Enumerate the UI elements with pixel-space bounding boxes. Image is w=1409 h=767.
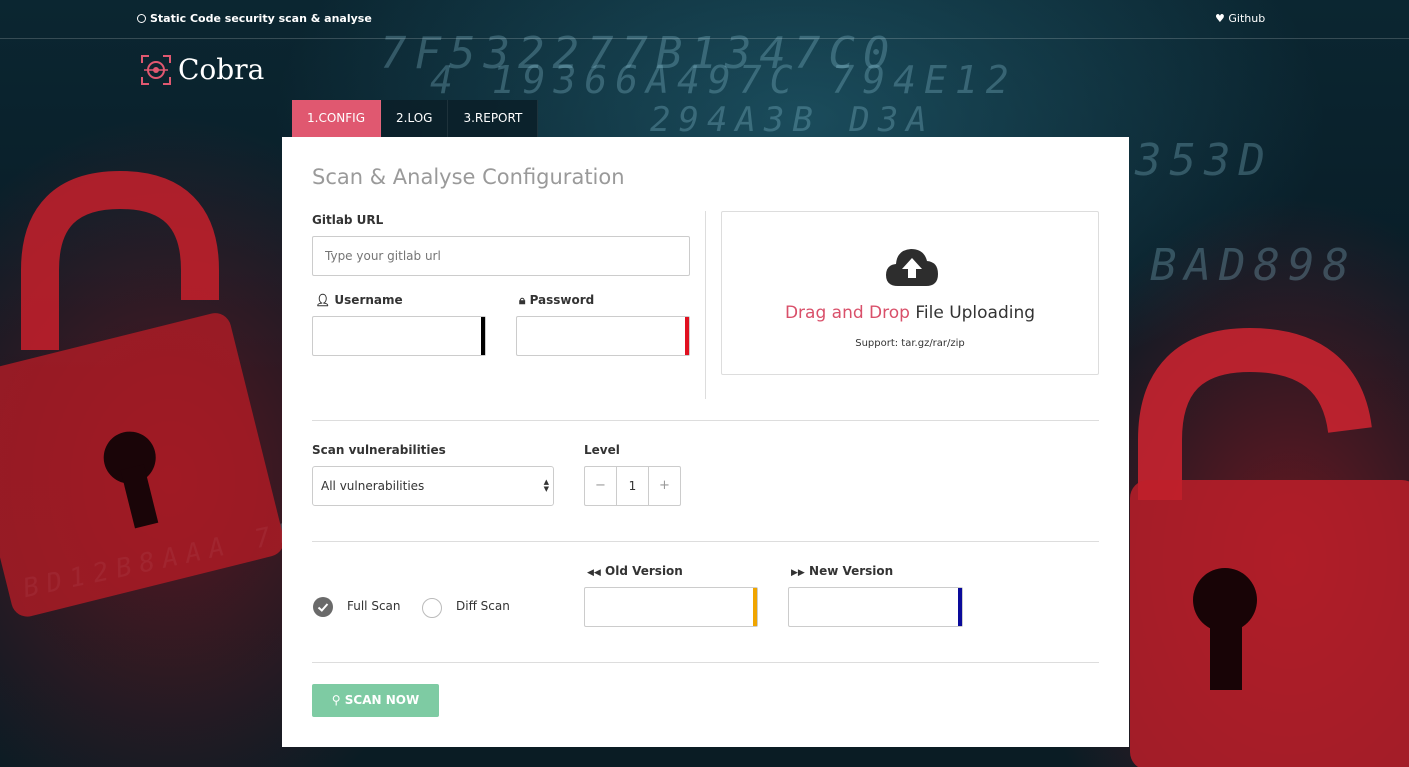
diff-scan-label[interactable]: Diff Scan	[456, 599, 510, 613]
scan-vulnerabilities-select[interactable]: All vulnerabilities ▲ ▼	[312, 466, 554, 506]
check-icon	[317, 603, 329, 612]
tab-report[interactable]: 3.REPORT	[448, 100, 539, 137]
old-version-accent-bar	[753, 588, 757, 626]
username-label-text: Username	[334, 293, 403, 307]
diff-scan-radio[interactable]	[422, 598, 442, 618]
password-input[interactable]	[516, 316, 690, 356]
bg-hex-text: 294A3B D3A	[650, 100, 935, 140]
new-version-label: ▶▶ New Version	[791, 564, 893, 578]
lock-icon: 🔒︎	[519, 293, 526, 307]
file-drop-zone[interactable]: Drag and Drop File Uploading Support: ta…	[721, 211, 1099, 375]
level-label: Level	[584, 443, 620, 457]
username-input[interactable]	[312, 316, 486, 356]
minus-button[interactable]: −	[585, 467, 616, 505]
padlock-left-graphic	[0, 170, 284, 617]
section-divider	[312, 541, 1099, 542]
gitlab-url-input[interactable]	[312, 236, 690, 276]
tagline: Static Code security scan & analyse	[137, 12, 372, 25]
full-scan-label[interactable]: Full Scan	[347, 599, 401, 613]
drop-zone-title: Drag and Drop File Uploading	[722, 303, 1098, 323]
step-tabs: 1.CONFIG 2.LOG 3.REPORT	[292, 100, 539, 137]
drop-title-rest: File Uploading	[909, 303, 1036, 323]
config-panel: Scan & Analyse Configuration Gitlab URL …	[282, 137, 1129, 747]
scan-now-label: SCAN NOW	[344, 693, 420, 707]
level-stepper: − 1 +	[584, 466, 681, 506]
gitlab-url-label: Gitlab URL	[312, 213, 384, 227]
old-version-label-text: Old Version	[605, 564, 683, 578]
select-arrows-icon: ▲ ▼	[543, 478, 549, 493]
tab-config[interactable]: 1.CONFIG	[292, 100, 381, 137]
scan-vulnerabilities-label: Scan vulnerabilities	[312, 443, 446, 457]
select-value: All vulnerabilities	[321, 479, 425, 493]
clock-icon	[137, 14, 146, 23]
cobra-logo-icon	[141, 54, 171, 85]
logo-text: Cobra	[178, 53, 265, 86]
page-title: Scan & Analyse Configuration	[312, 165, 625, 189]
tab-log[interactable]: 2.LOG	[381, 100, 449, 137]
scan-now-button[interactable]: ⚲ SCAN NOW	[312, 684, 439, 717]
new-version-label-text: New Version	[809, 564, 894, 578]
username-label: 👤︎ Username	[315, 293, 403, 307]
section-divider	[312, 662, 1099, 663]
username-accent-bar	[481, 317, 485, 355]
logo[interactable]: Cobra	[140, 53, 264, 86]
user-icon: 👤︎	[315, 293, 331, 307]
old-version-label: ◀◀ Old Version	[587, 564, 683, 578]
drop-zone-support: Support: tar.gz/rar/zip	[855, 338, 965, 349]
rewind-icon: ◀◀	[587, 568, 601, 578]
cloud-upload-icon	[886, 249, 938, 286]
new-version-accent-bar	[958, 588, 962, 626]
github-link[interactable]: ♥ Github	[1215, 12, 1265, 25]
plus-button[interactable]: +	[649, 467, 680, 505]
tagline-text: Static Code security scan & analyse	[150, 12, 372, 25]
password-label-text: Password	[529, 293, 595, 307]
fast-forward-icon: ▶▶	[791, 568, 805, 578]
bg-hex-text: 4 19366A497C 794E12	[430, 58, 1017, 102]
level-value[interactable]: 1	[616, 467, 649, 505]
section-divider	[312, 420, 1099, 421]
bg-hex-text: 353D	[1135, 135, 1273, 186]
drop-title-highlight: Drag and Drop	[784, 303, 910, 323]
old-version-input[interactable]	[584, 587, 758, 627]
github-label: Github	[1228, 12, 1266, 25]
new-version-input[interactable]	[788, 587, 963, 627]
top-bar: Static Code security scan & analyse ♥ Gi…	[0, 0, 1409, 39]
search-icon: ⚲	[331, 693, 341, 707]
full-scan-radio[interactable]	[313, 597, 333, 617]
password-label: 🔒︎ Password	[519, 293, 594, 308]
password-accent-bar	[685, 317, 689, 355]
bg-hex-text: BAD898	[1150, 240, 1357, 291]
padlock-right-graphic	[1130, 327, 1409, 767]
vertical-divider	[705, 211, 706, 399]
heart-icon: ♥	[1215, 12, 1225, 25]
